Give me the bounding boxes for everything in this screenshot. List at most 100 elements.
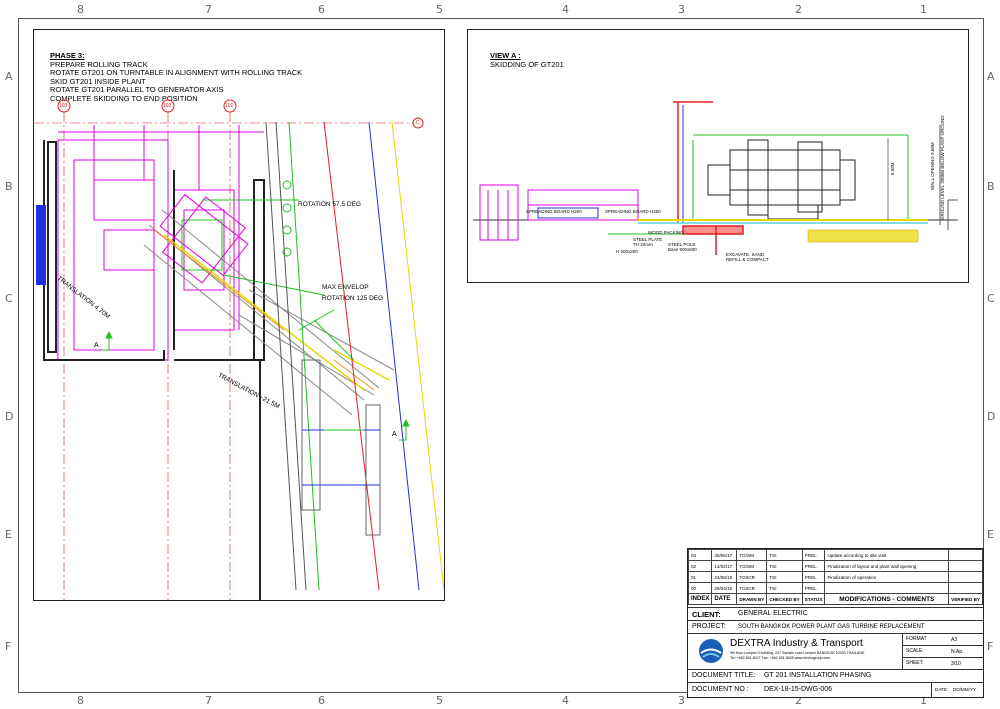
rev-checked: TSI: [766, 560, 803, 572]
document-no-row: DOCUMENT NO : DEX-18-15-DWG-006 DATE: DD…: [688, 682, 983, 698]
format-label: FORMAT: [906, 636, 927, 642]
zone-row: F: [5, 640, 12, 653]
revision-table: 03 30/05/17 TG/SM TSI PREL Update accord…: [687, 549, 983, 605]
project-value: SOUTH BANGKOK POWER PLANT GAS TURBINE RE…: [738, 624, 925, 630]
date-label: DATE:: [935, 687, 949, 692]
rev-header-index: INDEX: [687, 593, 713, 605]
label-rotation-1: ROTATION 57.5 DEG: [298, 201, 361, 208]
view-a-drawing: [473, 101, 958, 255]
zone-row: C: [987, 292, 995, 305]
project-row: PROJECT: SOUTH BANGKOK POWER PLANT GAS T…: [688, 620, 983, 634]
track-yellow: [163, 234, 390, 391]
blue-frames: [537, 105, 684, 222]
format-block: FORMAT A3 SCALE: N.Ap. SHEET: 3/10: [902, 634, 984, 670]
zone-col: 8: [77, 3, 84, 16]
label-h-beam: H 200x200: [616, 249, 638, 254]
company-contact: Tel: +662 651 8027 Fax: +662 651 8005 ww…: [730, 656, 831, 660]
zone-col: 2: [795, 3, 802, 16]
document-title-row: DOCUMENT TITLE: GT 201 INSTALLATION PHAS…: [688, 669, 983, 683]
rev-date: 30/05/17: [711, 549, 738, 561]
rev-index: 03: [687, 549, 713, 561]
blue-block: [36, 205, 46, 285]
rev-comment: Update according to site visit: [824, 549, 950, 561]
doc-no-label: DOCUMENT NO :: [692, 686, 749, 693]
client-row: CLIENT: GENERAL ELECTRIC: [688, 607, 983, 621]
zone-row: B: [987, 180, 995, 193]
grid-bubble-label: 101: [225, 103, 234, 109]
label-rotation-2: ROTATION 125 DEG: [322, 295, 384, 302]
zone-col: 8: [77, 694, 84, 707]
zone-col: 1: [920, 3, 927, 16]
turbine-side: [707, 139, 856, 220]
rev-checked: TSI: [766, 549, 803, 561]
rev-status: PREL: [801, 560, 826, 572]
label-steel-plate-th: TH 22mm: [633, 242, 653, 247]
building-footprints: [57, 125, 264, 361]
revision-header: INDEX DATE DRAWN BY CHECKED BY STATUS MO…: [687, 593, 983, 605]
rev-verified: [948, 582, 983, 594]
scale-label: SCALE:: [906, 648, 924, 654]
rev-header-drawn: DRAWN BY: [736, 593, 768, 605]
sheet-label: SHEET:: [906, 660, 924, 666]
format-value: A3: [951, 637, 958, 643]
rev-index: 02: [687, 560, 713, 572]
rev-verified: [948, 560, 983, 572]
rev-date: 14/02/17: [711, 560, 738, 572]
label-wall-opening: WALL OPENING 9.68M: [930, 142, 935, 190]
zone-row: E: [987, 528, 994, 541]
grid-bubble-label: 103: [59, 103, 68, 109]
zone-row: C: [5, 292, 13, 305]
revision-row: 02 14/02/17 TG/SM TSI PREL Finalization …: [687, 560, 983, 572]
zone-row: F: [987, 640, 994, 653]
zone-col: 5: [436, 3, 443, 16]
zone-row: B: [5, 180, 13, 193]
zone-col: 7: [205, 3, 212, 16]
company-row: DEXTRA Industry & Transport 9th floor Lu…: [688, 633, 984, 670]
plan-drawing: [34, 99, 444, 600]
revision-row: 03 30/05/17 TG/SM TSI PREL Update accord…: [687, 549, 983, 561]
rev-checked: TSI: [766, 571, 803, 583]
section-a-marker: A: [94, 342, 99, 349]
rev-drawn: TG/ICR: [736, 582, 768, 594]
doc-title-label: DOCUMENT TITLE:: [692, 672, 756, 679]
zone-row: D: [5, 410, 14, 423]
turbine-green: [181, 199, 355, 361]
rev-verified: [948, 571, 983, 583]
rev-date: 29/04/16: [711, 582, 738, 594]
date-block: DATE: DD/MM/YY: [931, 683, 984, 698]
rev-comment: Finalization of layout and plant wall op…: [824, 560, 950, 572]
rev-comment: [824, 582, 950, 594]
rev-date: 24/08/16: [711, 571, 738, 583]
rev-checked: TSI: [766, 582, 803, 594]
zone-col: 6: [318, 694, 325, 707]
zone-col: 5: [436, 694, 443, 707]
rev-drawn: TG/ICR: [736, 571, 768, 583]
company-address: 9th floor Lumpini II building, 247 Saras…: [730, 651, 865, 655]
label-max-envelop: MAX ENVELOP: [322, 284, 369, 291]
sheet-value: 3/10: [951, 661, 961, 667]
sand-bed: [807, 229, 919, 243]
label-wood-packing: WOOD PACKING: [648, 230, 684, 235]
grid-bubble-label: 102: [163, 103, 172, 109]
date-value: DD/MM/YY: [953, 687, 976, 692]
plan-viewport: PHASE 3: PREPARE ROLLING TRACK ROTATE GT…: [33, 29, 445, 601]
revision-row: 00 29/04/16 TG/ICR TSI PREL: [687, 582, 983, 594]
client-label: CLIENT:: [692, 610, 721, 619]
rev-header-checked: CHECKED BY: [766, 593, 803, 605]
rev-header-comments: MODIFICATIONS - COMMENTS: [824, 593, 950, 605]
zone-col: 3: [678, 3, 685, 16]
zone-col: 6: [318, 3, 325, 16]
rev-index: 01: [687, 571, 713, 583]
company-name: DEXTRA Industry & Transport: [730, 638, 863, 649]
right-rails: [265, 121, 444, 591]
rev-status: PREL: [801, 582, 826, 594]
section-a-marker: A: [392, 431, 397, 438]
title-block: 03 30/05/17 TG/SM TSI PREL Update accord…: [687, 548, 984, 698]
view-a-viewport: VIEW A : SKIDDING OF GT201 SPREADING BOA…: [467, 29, 969, 283]
label-ground-level: GROUND LEVEL 2000M BELOW PLANT GROUND: [940, 115, 945, 220]
zone-col: 3: [678, 694, 685, 707]
project-label: PROJECT:: [692, 623, 726, 630]
rev-header-date: DATE: [711, 593, 738, 605]
rev-verified: [948, 549, 983, 561]
zone-col: 7: [205, 694, 212, 707]
